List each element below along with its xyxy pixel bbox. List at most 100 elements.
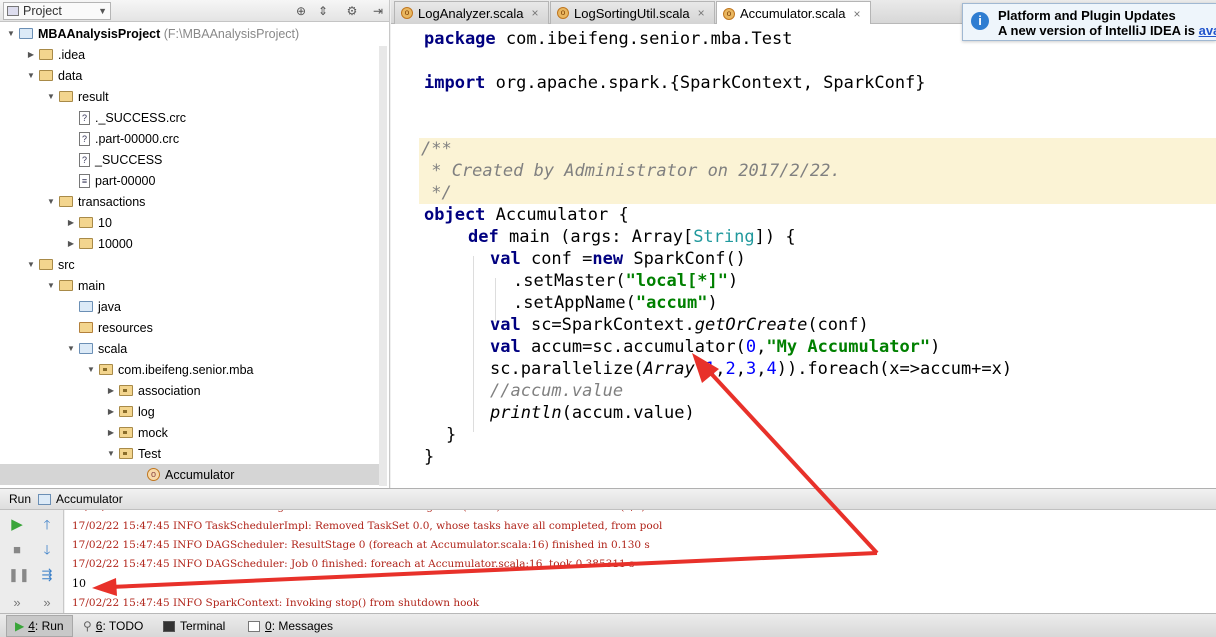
rerun-icon[interactable]: ▶ xyxy=(8,516,26,534)
more-icon[interactable]: » xyxy=(38,594,56,612)
code-line-commented-value: //accum.value xyxy=(490,381,624,401)
project-panel: Project ▼ ⊕ ⇕ ⚙ ⇥ ▼ MBAAnalysisProject (… xyxy=(0,0,390,488)
gear-icon[interactable]: ⚙ xyxy=(344,3,360,19)
tree-node-resources[interactable]: resources xyxy=(0,317,380,338)
package-icon xyxy=(119,385,133,396)
hide-panel-icon[interactable]: ⇥ xyxy=(370,3,386,19)
tree-node-test[interactable]: ▼ Test xyxy=(0,443,380,464)
collapsed-arrow-icon[interactable]: ▶ xyxy=(105,428,117,437)
console-line: 17/02/22 15:47:45 INFO DAGScheduler: Job… xyxy=(72,558,635,570)
tree-node-10[interactable]: ▶ 10 xyxy=(0,212,380,233)
collapse-all-icon[interactable]: ⇕ xyxy=(315,3,331,19)
stop-icon[interactable]: ■ xyxy=(8,541,26,559)
scroll-from-source-icon[interactable]: ⊕ xyxy=(293,3,309,19)
scala-object-icon: o xyxy=(723,7,735,20)
tree-node-package-mba[interactable]: ▼ com.ibeifeng.senior.mba xyxy=(0,359,380,380)
tree-node-label: .part-00000.crc xyxy=(95,131,180,146)
code-comment-body: * Created by Administrator on 2017/2/22. xyxy=(421,161,841,181)
editor-gutter[interactable] xyxy=(391,24,419,488)
tree-node-label: com.ibeifeng.senior.mba xyxy=(118,362,254,377)
tree-node-log[interactable]: ▶ log xyxy=(0,401,380,422)
tool-tab-run[interactable]: ▶ 4: Run xyxy=(6,615,73,637)
code-line-println: println(accum.value) xyxy=(490,403,695,423)
expanded-arrow-icon[interactable]: ▼ xyxy=(25,71,37,80)
tab-accumulator[interactable]: o Accumulator.scala × xyxy=(716,1,871,25)
tree-node-data[interactable]: ▼ data xyxy=(0,65,380,86)
tree-node-result[interactable]: ▼ result xyxy=(0,86,380,107)
collapsed-arrow-icon[interactable]: ▶ xyxy=(25,50,37,59)
text-file-icon: ≡ xyxy=(79,173,90,188)
package-icon xyxy=(119,448,133,459)
close-icon[interactable]: × xyxy=(532,6,539,20)
pause-icon[interactable]: ❚❚ xyxy=(8,566,30,584)
collapsed-arrow-icon[interactable]: ▶ xyxy=(105,386,117,395)
code-line-val-accum: val accum=sc.accumulator(0,"My Accumulat… xyxy=(490,337,941,357)
tree-node-label: src xyxy=(58,257,75,272)
expanded-arrow-icon[interactable]: ▼ xyxy=(65,344,77,353)
folder-icon xyxy=(79,238,93,249)
expanded-arrow-icon[interactable]: ▼ xyxy=(25,260,37,269)
collapsed-arrow-icon[interactable]: ▶ xyxy=(65,218,77,227)
tree-node-label: ._SUCCESS.crc xyxy=(95,110,186,125)
expanded-arrow-icon[interactable]: ▼ xyxy=(85,365,97,374)
run-config-name[interactable]: Accumulator xyxy=(56,492,123,506)
tree-node-transactions[interactable]: ▼ transactions xyxy=(0,191,380,212)
console-line-truncated: 17/02/22 15:47:45 INFO TaskSetManager: F… xyxy=(72,510,645,517)
source-folder-icon xyxy=(79,343,93,354)
collapsed-arrow-icon[interactable]: ▶ xyxy=(105,407,117,416)
expanded-arrow-icon[interactable]: ▼ xyxy=(45,92,57,101)
tab-logsortingutil[interactable]: o LogSortingUtil.scala × xyxy=(550,1,715,24)
console-output[interactable]: 17/02/22 15:47:45 INFO TaskSetManager: F… xyxy=(65,510,1216,613)
tree-node-mock[interactable]: ▶ mock xyxy=(0,422,380,443)
project-view-selector[interactable]: Project ▼ xyxy=(3,1,111,20)
tree-node-part-00000[interactable]: ≡ part-00000 xyxy=(0,170,380,191)
tree-node-10000[interactable]: ▶ 10000 xyxy=(0,233,380,254)
console-line: 17/02/22 15:47:45 INFO TaskSchedulerImpl… xyxy=(72,520,663,532)
tool-tab-terminal[interactable]: Terminal xyxy=(155,615,233,637)
tool-tab-messages[interactable]: 0: Messages xyxy=(240,615,341,637)
code-line-val-sc: val sc=SparkContext.getOrCreate(conf) xyxy=(490,315,869,335)
expanded-arrow-icon[interactable]: ▼ xyxy=(5,29,17,38)
tree-node-accumulator[interactable]: o Accumulator xyxy=(0,464,380,485)
down-arrow-icon[interactable]: 🡓 xyxy=(38,541,56,559)
expanded-arrow-icon[interactable]: ▼ xyxy=(45,197,57,206)
update-notification[interactable]: i Platform and Plugin Updates A new vers… xyxy=(962,3,1216,41)
project-tree-scrollbar[interactable] xyxy=(379,46,387,486)
scala-object-icon: o xyxy=(557,7,569,19)
expanded-arrow-icon[interactable]: ▼ xyxy=(105,449,117,458)
close-icon[interactable]: × xyxy=(854,7,861,21)
tree-node-scala[interactable]: ▼ scala xyxy=(0,338,380,359)
code-line-close-object: } xyxy=(424,447,435,467)
tab-loganalyzer[interactable]: o LogAnalyzer.scala × xyxy=(394,1,549,24)
notification-link[interactable]: ava xyxy=(1199,23,1216,38)
tree-node-success[interactable]: ? _SUCCESS xyxy=(0,149,380,170)
expanded-arrow-icon[interactable]: ▼ xyxy=(45,281,57,290)
tree-node-java[interactable]: java xyxy=(0,296,380,317)
tree-node-part-crc[interactable]: ? .part-00000.crc xyxy=(0,128,380,149)
tool-tab-todo[interactable]: ⚲ 6: TODO xyxy=(75,615,151,637)
indent-guide xyxy=(473,256,474,432)
info-icon: i xyxy=(971,12,989,30)
project-path-hint: (F:\MBAAnalysisProject) xyxy=(163,26,300,41)
code-line-setappname: .setAppName("accum") xyxy=(513,293,718,313)
tree-node-success-crc[interactable]: ? ._SUCCESS.crc xyxy=(0,107,380,128)
unknown-file-icon: ? xyxy=(79,131,90,146)
tree-node-main[interactable]: ▼ main xyxy=(0,275,380,296)
up-arrow-icon[interactable]: 🡑 xyxy=(38,516,56,534)
tree-node-association[interactable]: ▶ association xyxy=(0,380,380,401)
soft-wrap-icon[interactable]: ⇶ xyxy=(38,566,56,584)
code-line-parallelize: sc.parallelize(Array(1,2,3,4)).foreach(x… xyxy=(490,359,1013,379)
tree-node-project-root[interactable]: ▼ MBAAnalysisProject (F:\MBAAnalysisProj… xyxy=(0,23,380,44)
tree-node-label: association xyxy=(138,383,201,398)
tree-node-label: 10 xyxy=(98,215,112,230)
tree-node-label: MBAAnalysisProject xyxy=(38,26,161,41)
tree-node-src[interactable]: ▼ src xyxy=(0,254,380,275)
code-editor[interactable]: package com.ibeifeng.senior.mba.Test imp… xyxy=(391,24,1216,488)
run-panel-header: Run Accumulator xyxy=(0,488,1216,510)
folder-icon xyxy=(59,196,73,207)
more-icon[interactable]: » xyxy=(8,594,26,612)
collapsed-arrow-icon[interactable]: ▶ xyxy=(65,239,77,248)
tree-node-idea[interactable]: ▶ .idea xyxy=(0,44,380,65)
close-icon[interactable]: × xyxy=(698,6,705,20)
project-view-label: Project xyxy=(23,3,62,18)
